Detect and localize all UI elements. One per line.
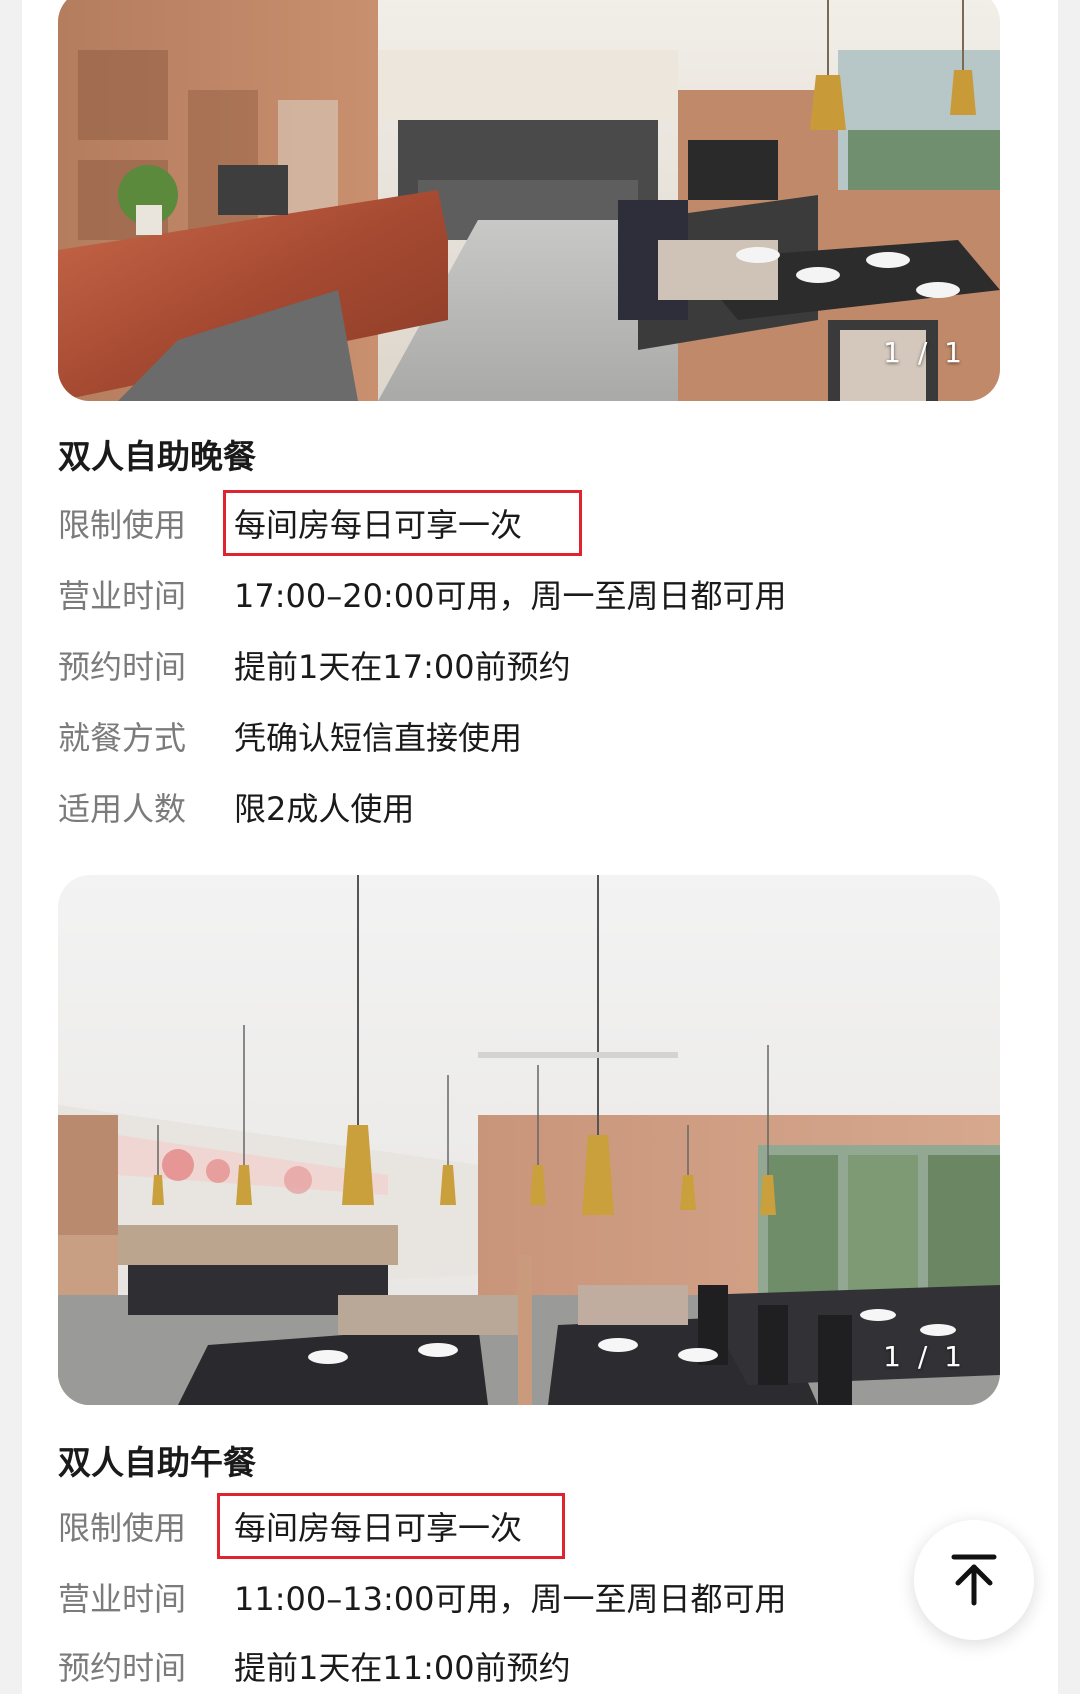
image-counter: 1 / 1 <box>883 1340 966 1373</box>
arrow-up-to-top-icon <box>951 1554 997 1606</box>
info-row-party-size: 适用人数 限2成人使用 <box>58 782 414 832</box>
row-label: 适用人数 <box>58 790 187 828</box>
row-value: 11:00–13:00可用，周一至周日都可用 <box>234 1580 787 1618</box>
row-label: 预约时间 <box>58 1649 187 1687</box>
info-row-dining-method: 就餐方式 凭确认短信直接使用 <box>58 711 522 761</box>
restaurant-entrance-image <box>58 0 1000 401</box>
info-row-usage-limit: 限制使用 每间房每日可享一次 <box>58 1501 522 1551</box>
row-label: 就餐方式 <box>58 719 187 757</box>
info-row-usage-limit: 限制使用 每间房每日可享一次 <box>58 498 522 548</box>
row-value: 每间房每日可享一次 <box>234 1509 523 1547</box>
row-value: 17:00–20:00可用，周一至周日都可用 <box>234 577 787 615</box>
row-value: 每间房每日可享一次 <box>234 506 523 544</box>
info-row-booking-time: 预约时间 提前1天在17:00前预约 <box>58 640 571 690</box>
package-photo-dinner[interactable]: 1 / 1 <box>58 0 1000 401</box>
row-value: 凭确认短信直接使用 <box>234 719 523 757</box>
row-label: 营业时间 <box>58 1580 187 1618</box>
package-title: 双人自助晚餐 <box>58 437 256 476</box>
row-value: 提前1天在17:00前预约 <box>234 648 571 686</box>
package-photo-lunch[interactable]: 1 / 1 <box>58 875 1000 1405</box>
row-label: 预约时间 <box>58 648 187 686</box>
back-to-top-button[interactable] <box>914 1520 1034 1640</box>
row-value: 限2成人使用 <box>234 790 415 828</box>
image-counter: 1 / 1 <box>883 336 966 369</box>
restaurant-dining-hall-image <box>58 875 1000 1405</box>
row-label: 营业时间 <box>58 577 187 615</box>
row-label: 限制使用 <box>58 1509 187 1547</box>
info-row-business-hours: 营业时间 11:00–13:00可用，周一至周日都可用 <box>58 1572 786 1622</box>
package-title: 双人自助午餐 <box>58 1443 256 1482</box>
info-row-booking-time: 预约时间 提前1天在11:00前预约 <box>58 1641 571 1691</box>
row-label: 限制使用 <box>58 506 187 544</box>
row-value: 提前1天在11:00前预约 <box>234 1649 571 1687</box>
info-row-business-hours: 营业时间 17:00–20:00可用，周一至周日都可用 <box>58 569 786 619</box>
